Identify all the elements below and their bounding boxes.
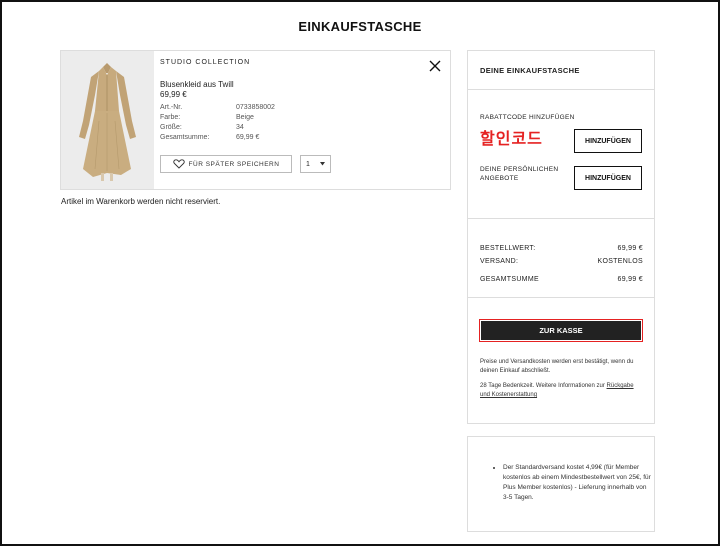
order-summary: DEINE EINKAUFSTASCHE RABATTCODE HINZUFÜG… — [467, 50, 655, 424]
checkout-button[interactable]: ZUR KASSE — [481, 321, 641, 340]
heart-icon — [172, 159, 185, 169]
detail-row: Größe: 34 — [160, 123, 275, 133]
detail-value: Beige — [236, 114, 254, 121]
detail-key: Gesamtsumme: — [160, 134, 210, 141]
detail-value: 0733858002 — [236, 104, 275, 111]
dress-image — [61, 51, 154, 189]
offers-label: DEINE PERSÖNLICHEN ANGEBOTE — [480, 166, 559, 182]
divider — [468, 297, 654, 298]
cart-reservation-note: Artikel im Warenkorb werden nicht reserv… — [61, 197, 221, 206]
summary-title: DEINE EINKAUFSTASCHE — [480, 66, 580, 75]
summary-value: KOSTENLOS — [597, 258, 643, 265]
item-info: STUDIO COLLECTION Blusenkleid aus Twill … — [160, 51, 450, 189]
add-offer-button[interactable]: HINZUFÜGEN — [574, 166, 642, 190]
summary-row-total: GESAMTSUMME 69,99 € — [480, 276, 643, 283]
promo-label: RABATTCODE HINZUFÜGEN — [480, 114, 575, 121]
shipping-info-item: Der Standardversand kostet 4,99€ (für Me… — [503, 463, 653, 503]
product-details: Art.-Nr. 0733858002 Farbe: Beige Größe: … — [160, 103, 275, 143]
divider — [468, 89, 654, 90]
add-promo-button[interactable]: HINZUFÜGEN — [574, 129, 642, 153]
detail-value: 34 — [236, 124, 244, 131]
save-for-later-label: FÜR SPÄTER SPEICHERN — [188, 160, 280, 168]
detail-key: Größe: — [160, 124, 182, 131]
summary-value: 69,99 € — [617, 276, 643, 283]
chevron-down-icon — [320, 162, 325, 166]
summary-row-subtotal: BESTELLWERT: 69,99 € — [480, 245, 643, 252]
detail-key: Art.-Nr. — [160, 104, 183, 111]
page-title: EINKAUFSTASCHE — [298, 19, 422, 34]
coupon-overlay-text: 할인코드 — [480, 129, 543, 148]
checkout-highlight: ZUR KASSE — [479, 319, 643, 342]
quantity-value: 1 — [306, 160, 310, 168]
summary-row-shipping: VERSAND: KOSTENLOS — [480, 258, 643, 265]
summary-label: VERSAND: — [480, 258, 519, 265]
shipping-info-panel: Der Standardversand kostet 4,99€ (für Me… — [467, 436, 655, 532]
close-icon[interactable] — [428, 59, 442, 73]
summary-label: GESAMTSUMME — [480, 276, 539, 283]
detail-row: Gesamtsumme: 69,99 € — [160, 133, 275, 143]
detail-key: Farbe: — [160, 114, 181, 121]
summary-value: 69,99 € — [617, 245, 643, 252]
summary-label: BESTELLWERT: — [480, 245, 536, 252]
remove-item-button[interactable] — [428, 59, 442, 73]
product-brand: STUDIO COLLECTION — [160, 59, 251, 66]
shipping-info-list: Der Standardversand kostet 4,99€ (für Me… — [493, 463, 653, 503]
quantity-select[interactable]: 1 — [300, 155, 331, 173]
return-note-text: 28 Tage Bedenkzeit. Weitere Informatione… — [480, 383, 605, 389]
return-note: 28 Tage Bedenkzeit. Weitere Informatione… — [480, 382, 644, 400]
product-price: 69,99 € — [160, 90, 187, 99]
product-name[interactable]: Blusenkleid aus Twill — [160, 80, 234, 89]
divider — [468, 218, 654, 219]
price-note: Preise und Versandkosten werden erst bes… — [480, 359, 634, 374]
product-image[interactable] — [61, 51, 154, 189]
detail-value: 69,99 € — [236, 134, 260, 141]
cart-item: STUDIO COLLECTION Blusenkleid aus Twill … — [60, 50, 451, 190]
save-for-later-button[interactable]: FÜR SPÄTER SPEICHERN — [160, 155, 292, 173]
detail-row: Art.-Nr. 0733858002 — [160, 103, 275, 113]
detail-row: Farbe: Beige — [160, 113, 275, 123]
